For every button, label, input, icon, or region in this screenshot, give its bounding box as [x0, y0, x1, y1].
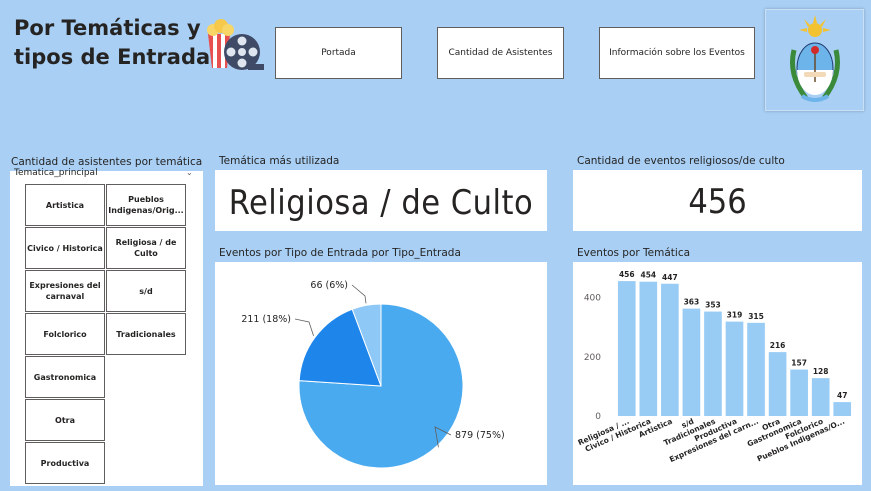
y-tick-label: 400	[584, 294, 601, 304]
pie-leader-line	[294, 318, 314, 337]
bar-chart: 0200400456Religiosa / ...454Civico / His…	[577, 270, 852, 464]
bar-data-label: 157	[791, 359, 807, 368]
bar[interactable]	[639, 281, 658, 416]
bar-data-label: 216	[770, 341, 786, 350]
bar[interactable]	[833, 402, 852, 416]
pie-data-label: 66 (6%)	[310, 280, 348, 291]
slicer-tile[interactable]: Productiva	[25, 442, 105, 484]
card-religiosos-value: 456	[688, 182, 747, 222]
coat-of-arms-icon	[790, 15, 840, 102]
bar-data-label: 363	[684, 298, 700, 307]
slicer-tile[interactable]: Pueblos Indigenas/Orig...	[106, 184, 186, 226]
y-tick-label: 0	[595, 412, 601, 422]
slicer-field-label: Tematica_principal	[14, 168, 98, 178]
bar[interactable]	[704, 311, 722, 416]
bar-data-label: 447	[662, 273, 678, 282]
card-religiosos: Cantidad de eventos religiosos/de culto …	[573, 153, 862, 231]
cinema-icon	[207, 19, 264, 70]
bar[interactable]	[811, 378, 830, 416]
asistentes-button[interactable]: Cantidad de Asistentes	[437, 27, 564, 79]
slicer-tile[interactable]: Civico / Historica	[25, 227, 105, 269]
slicer-tile[interactable]: Otra	[25, 399, 105, 441]
bar[interactable]	[725, 321, 744, 416]
bar-data-label: 353	[705, 301, 721, 310]
bar[interactable]	[682, 308, 701, 416]
eventos-button[interactable]: Información sobre los Eventos	[599, 27, 755, 79]
bar-title: Eventos por Temática	[573, 245, 862, 262]
bar-data-label: 454	[640, 271, 656, 280]
card-tematica: Temática más utilizada Religiosa / de Cu…	[215, 153, 547, 231]
slicer-tile[interactable]: Gastronomica	[25, 356, 105, 398]
card-religiosos-title: Cantidad de eventos religiosos/de culto	[573, 153, 862, 170]
argentina-emblem	[765, 9, 864, 111]
bar-data-label: 456	[619, 270, 635, 279]
slicer-tile[interactable]: Tradicionales	[106, 313, 186, 355]
pie-data-label: 211 (18%)	[241, 314, 291, 325]
bar[interactable]	[617, 281, 636, 416]
chevron-down-icon[interactable]: ⌄	[186, 168, 193, 177]
bar-data-label: 315	[748, 312, 764, 321]
bar-data-label: 47	[837, 391, 847, 400]
pie-panel: Eventos por Tipo de Entrada por Tipo_Ent…	[215, 245, 547, 485]
slicer-tile[interactable]: s/d	[106, 270, 186, 312]
card-tematica-value: Religiosa / de Culto	[228, 183, 534, 223]
bar-data-label: 128	[813, 367, 829, 376]
pie-chart: 879 (75%) 211 (18%) 66 (6%)	[241, 280, 505, 469]
page-title-line1: Por Temáticas y	[14, 16, 201, 40]
page-title-line2: tipos de Entradas	[14, 45, 223, 69]
pie-title: Eventos por Tipo de Entrada por Tipo_Ent…	[215, 245, 547, 262]
bar[interactable]	[768, 352, 787, 416]
bar-panel: Eventos por Temática 0 200 400 456 Religiosa…	[573, 245, 862, 485]
slicer-tile[interactable]: Folclorico	[25, 313, 105, 355]
y-tick-label: 200	[584, 353, 601, 363]
page-title: Por Temáticas y tipos de Entradas	[14, 14, 223, 72]
card-tematica-title: Temática más utilizada	[215, 153, 547, 170]
bar-data-label: 319	[727, 311, 743, 320]
slicer-tile[interactable]: Artistica	[25, 184, 105, 226]
pie-data-label: 879 (75%)	[455, 430, 505, 441]
pie-leader-line	[351, 284, 367, 304]
bar[interactable]	[747, 322, 765, 416]
portada-button[interactable]: Portada	[275, 27, 402, 79]
bar[interactable]	[661, 283, 679, 416]
slicer-tile[interactable]: Expresiones del carnaval	[25, 270, 105, 312]
bar[interactable]	[790, 369, 808, 416]
slicer-tile[interactable]: Religiosa / de Culto	[106, 227, 186, 269]
